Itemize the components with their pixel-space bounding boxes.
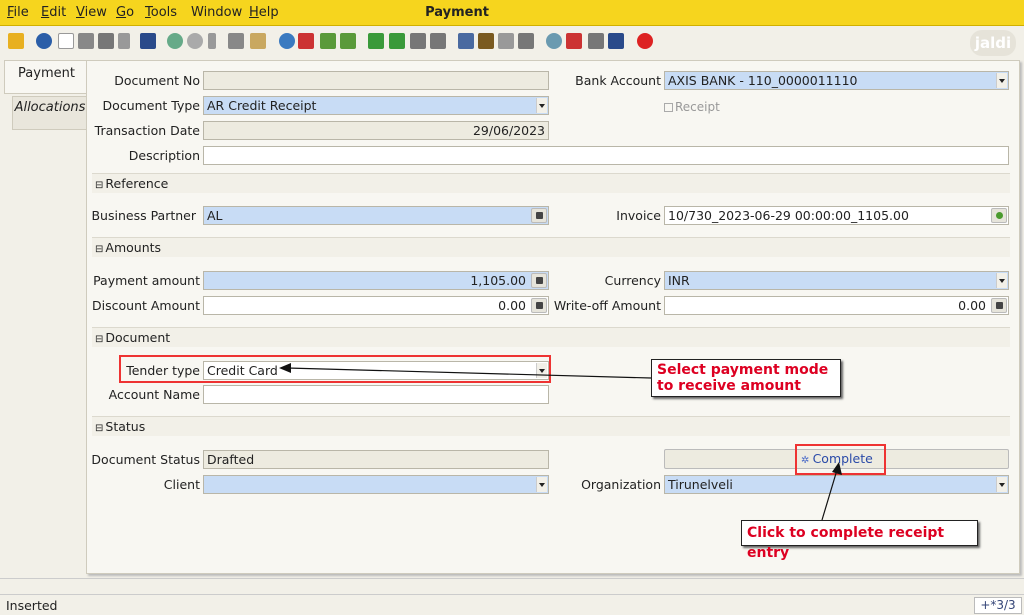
complete-arrow-line (821, 469, 838, 521)
record-count[interactable]: +*3/3 (974, 597, 1022, 614)
annotation-arrows (279, 363, 842, 521)
status-bar: Inserted +*3/3 (0, 594, 1024, 615)
tender-arrow-line (286, 367, 652, 379)
status-text: Inserted (6, 598, 58, 613)
tender-arrow-head (279, 363, 291, 373)
horizontal-scrollbar[interactable] (0, 578, 1024, 592)
complete-arrow-head (832, 462, 842, 475)
